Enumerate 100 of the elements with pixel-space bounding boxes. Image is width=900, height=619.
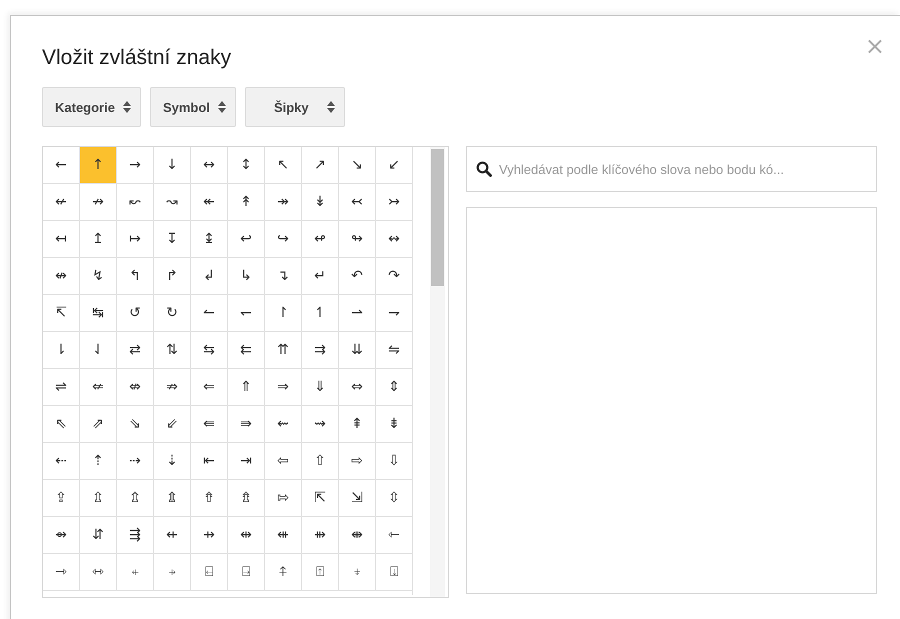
symbol-cell[interactable]: ⇼	[339, 517, 376, 554]
symbol-cell[interactable]: ⇅	[154, 332, 191, 369]
symbol-cell[interactable]: ↡	[302, 184, 339, 221]
symbol-cell[interactable]: ⇦	[265, 443, 302, 480]
symbol-cell[interactable]: ↟	[228, 184, 265, 221]
symbol-cell[interactable]: ⇜	[265, 406, 302, 443]
symbol-cell[interactable]: ⇚	[191, 406, 228, 443]
symbol-cell[interactable]: ⇡	[80, 443, 117, 480]
symbol-cell[interactable]: ⇗	[80, 406, 117, 443]
symbol-cell[interactable]: ⇏	[154, 369, 191, 406]
symbol-cell[interactable]: ↪	[265, 221, 302, 258]
symbol-cell[interactable]: ⇇	[228, 332, 265, 369]
symbol-cell[interactable]: ⇎	[117, 369, 154, 406]
symbol-cell[interactable]: ⇊	[339, 332, 376, 369]
symbol-cell[interactable]: ←	[43, 147, 80, 184]
symbol-cell[interactable]: ↑	[80, 147, 117, 184]
symbol-cell[interactable]: →	[117, 147, 154, 184]
symbol-cell[interactable]: ↝	[154, 184, 191, 221]
symbol-cell[interactable]: ⇤	[191, 443, 228, 480]
symbol-cell[interactable]: ⍆	[154, 554, 191, 591]
symbol-cell[interactable]: ↗	[302, 147, 339, 184]
symbol-cell[interactable]: ↠	[265, 184, 302, 221]
symbol-cell[interactable]: ⇽	[376, 517, 413, 554]
symbol-cell[interactable]: ⇔	[339, 369, 376, 406]
symbol-cell[interactable]: ⇾	[43, 554, 80, 591]
symbol-cell[interactable]: ⍏	[265, 554, 302, 591]
symbol-cell[interactable]: ⇷	[154, 517, 191, 554]
symbol-cell[interactable]: ⇠	[43, 443, 80, 480]
symbol-cell[interactable]: ↽	[228, 295, 265, 332]
symbol-cell[interactable]: ⇖	[43, 406, 80, 443]
symbol-cell[interactable]: ⇮	[191, 480, 228, 517]
symbol-cell[interactable]: ↧	[154, 221, 191, 258]
symbol-cell[interactable]: ⇢	[117, 443, 154, 480]
symbol-cell[interactable]: ↥	[80, 221, 117, 258]
symbol-cell[interactable]: ↫	[302, 221, 339, 258]
symbol-cell[interactable]: ⇄	[117, 332, 154, 369]
symbol-cell[interactable]: ⇍	[80, 369, 117, 406]
symbol-cell[interactable]: ⇸	[191, 517, 228, 554]
symbol-cell[interactable]: ↵	[302, 258, 339, 295]
symbol-cell[interactable]: ↙	[376, 147, 413, 184]
symbol-cell[interactable]: ⇰	[265, 480, 302, 517]
symbol-cell[interactable]: ⇥	[228, 443, 265, 480]
symbol-cell[interactable]: ⇋	[376, 332, 413, 369]
symbol-cell[interactable]: ⇹	[228, 517, 265, 554]
symbol-cell[interactable]: ↾	[265, 295, 302, 332]
symbol-cell[interactable]: ⇺	[265, 517, 302, 554]
symbol-cell[interactable]: ⇙	[154, 406, 191, 443]
symbol-cell[interactable]: ↣	[376, 184, 413, 221]
symbol-cell[interactable]: ⇪	[43, 480, 80, 517]
symbol-cell[interactable]: ⍈	[228, 554, 265, 591]
symbol-cell[interactable]: ⇁	[376, 295, 413, 332]
symbol-cell[interactable]: ⇆	[191, 332, 228, 369]
symbol-cell[interactable]: ⇓	[302, 369, 339, 406]
symbol-cell[interactable]: ⇵	[80, 517, 117, 554]
symbol-cell[interactable]: ⇝	[302, 406, 339, 443]
symbol-cell[interactable]: ⍅	[117, 554, 154, 591]
symbol-cell[interactable]: ⇬	[117, 480, 154, 517]
symbol-cell[interactable]: ⇛	[228, 406, 265, 443]
symbol-cell[interactable]: ⇣	[154, 443, 191, 480]
symbol-cell[interactable]: ↛	[80, 184, 117, 221]
symbol-cell[interactable]: ⍖	[339, 554, 376, 591]
symbol-cell[interactable]: ⇐	[191, 369, 228, 406]
symbol-cell[interactable]: ⍇	[191, 554, 228, 591]
symbol-cell[interactable]: ⇻	[302, 517, 339, 554]
symbol-cell[interactable]: ⇫	[80, 480, 117, 517]
symbol-cell[interactable]: ⇕	[376, 369, 413, 406]
symbol-cell[interactable]: ⇟	[376, 406, 413, 443]
symbol-cell[interactable]: ⇭	[154, 480, 191, 517]
symbol-cell[interactable]: ⇱	[302, 480, 339, 517]
symbol-cell[interactable]: ↚	[43, 184, 80, 221]
symbol-cell[interactable]: ↖	[265, 147, 302, 184]
symbol-cell[interactable]: ⇩	[376, 443, 413, 480]
dropdown[interactable]: Symbol	[150, 87, 236, 127]
symbol-cell[interactable]: ↞	[191, 184, 228, 221]
symbol-cell[interactable]: ⇯	[228, 480, 265, 517]
symbol-cell[interactable]: ⇴	[43, 517, 80, 554]
symbol-cell[interactable]: ↕	[228, 147, 265, 184]
symbol-cell[interactable]: ⇞	[339, 406, 376, 443]
symbol-cell[interactable]: ↷	[376, 258, 413, 295]
symbol-cell[interactable]: ↮	[43, 258, 80, 295]
symbol-cell[interactable]: ⇲	[339, 480, 376, 517]
symbol-cell[interactable]: ⇨	[339, 443, 376, 480]
symbol-cell[interactable]: ↲	[191, 258, 228, 295]
symbol-cell[interactable]: ↩	[228, 221, 265, 258]
symbol-cell[interactable]: ↘	[339, 147, 376, 184]
symbol-cell[interactable]: ↳	[228, 258, 265, 295]
symbol-cell[interactable]: ↰	[117, 258, 154, 295]
symbol-cell[interactable]: ⍗	[376, 554, 413, 591]
symbol-cell[interactable]: ⇂	[43, 332, 80, 369]
symbol-cell[interactable]: ⇉	[302, 332, 339, 369]
symbol-cell[interactable]: ↭	[376, 221, 413, 258]
symbol-cell[interactable]: ↺	[117, 295, 154, 332]
symbol-cell[interactable]: ↤	[43, 221, 80, 258]
symbol-cell[interactable]: ↼	[191, 295, 228, 332]
symbol-cell[interactable]: ⇶	[117, 517, 154, 554]
symbol-cell[interactable]: ↬	[339, 221, 376, 258]
symbol-cell[interactable]: ⇈	[265, 332, 302, 369]
symbol-cell[interactable]: ↦	[117, 221, 154, 258]
symbol-cell[interactable]: ↶	[339, 258, 376, 295]
scrollbar-thumb[interactable]	[431, 149, 444, 286]
